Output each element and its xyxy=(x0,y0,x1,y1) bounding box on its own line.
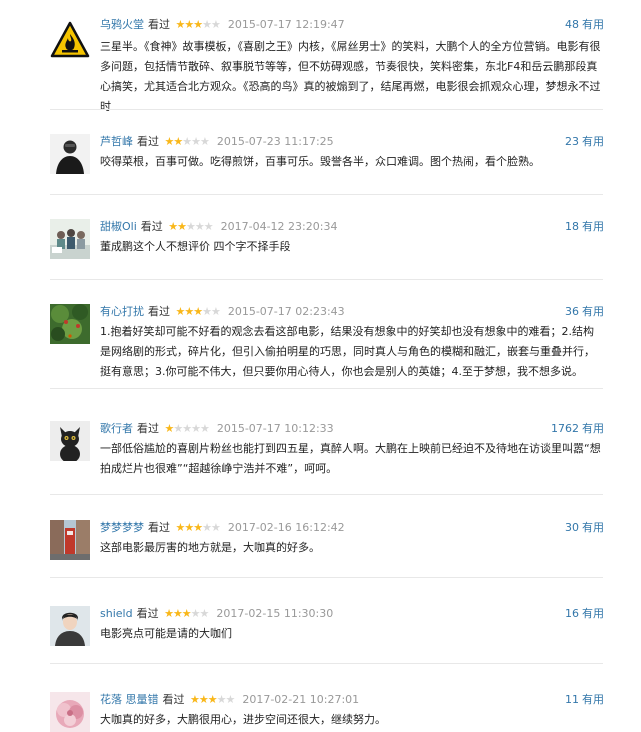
pink-flower xyxy=(50,692,90,732)
useful-button[interactable]: 有用 xyxy=(582,422,604,435)
useful-button[interactable]: 有用 xyxy=(582,220,604,233)
divider xyxy=(50,388,603,389)
rating-stars: ★★★★★ xyxy=(164,422,210,435)
watched-label: 看过 xyxy=(148,18,170,31)
review-author[interactable]: 花落 思量错 xyxy=(100,693,159,706)
review-meta: 花落 思量错 看过 ★★★★★ 2017-02-21 10:27:01 xyxy=(100,692,359,708)
avatar[interactable] xyxy=(50,421,90,461)
watched-label: 看过 xyxy=(148,305,170,318)
review-text: 大咖真的好多，大鹏很用心，进步空间还很大，继续努力。 xyxy=(100,713,386,726)
review-meta: shield 看过 ★★★★★ 2017-02-15 11:30:30 xyxy=(100,606,333,622)
useful-vote: 36 有用 xyxy=(565,304,604,320)
avatar[interactable] xyxy=(50,304,90,344)
avatar[interactable] xyxy=(50,20,90,60)
useful-button[interactable]: 有用 xyxy=(582,135,604,148)
divider xyxy=(50,279,603,280)
review-meta: 乌鸦火堂 看过 ★★★★★ 2015-07-17 12:19:47 xyxy=(100,17,345,33)
review-date: 2015-07-17 02:23:43 xyxy=(227,305,345,318)
group-photo xyxy=(50,219,90,259)
young-man xyxy=(50,606,90,646)
review-author[interactable]: 甜椒Oli xyxy=(100,220,137,233)
review-author[interactable]: 有心打扰 xyxy=(100,305,144,318)
watched-label: 看过 xyxy=(162,693,185,706)
divider xyxy=(50,494,603,495)
rating-stars: ★★★★★ xyxy=(175,18,221,31)
rating-stars: ★★★★★ xyxy=(164,607,209,620)
divider xyxy=(50,109,603,110)
avatar[interactable] xyxy=(50,520,90,560)
useful-count: 36 xyxy=(565,305,579,318)
review-text: 电影亮点可能是请的大咖们 xyxy=(100,627,232,640)
review-date: 2015-07-17 12:19:47 xyxy=(227,18,345,31)
rating-stars: ★★★★★ xyxy=(175,521,221,534)
rating-stars: ★★★★★ xyxy=(190,693,235,706)
review-text: 董成鹏这个人不想评价 四个字不择手段 xyxy=(100,240,291,253)
watched-label: 看过 xyxy=(137,422,159,435)
divider xyxy=(50,663,603,664)
review-meta: 甜椒Oli 看过 ★★★★★ 2017-04-12 23:20:34 xyxy=(100,219,337,235)
divider xyxy=(50,577,603,578)
avatar[interactable] xyxy=(50,606,90,646)
useful-vote: 23 有用 xyxy=(565,134,604,150)
rating-stars: ★★★★★ xyxy=(164,135,210,148)
useful-vote: 11 有用 xyxy=(565,692,604,708)
useful-count: 23 xyxy=(565,135,579,148)
useful-vote: 18 有用 xyxy=(565,219,604,235)
watched-label: 看过 xyxy=(137,135,159,148)
useful-button[interactable]: 有用 xyxy=(582,305,604,318)
review-text: 一部低俗尴尬的喜剧片粉丝也能打到四五星，真醉人啊。大鹏在上映前已经迫不及待地在访… xyxy=(100,442,601,475)
review-author[interactable]: 乌鸦火堂 xyxy=(100,18,144,31)
review-author[interactable]: 芦哲峰 xyxy=(100,135,133,148)
hazard-flame-icon xyxy=(50,20,90,60)
avatar[interactable] xyxy=(50,134,90,174)
useful-vote: 1762 有用 xyxy=(551,421,604,437)
review-meta: 梦梦梦梦 看过 ★★★★★ 2017-02-16 16:12:42 xyxy=(100,520,345,536)
useful-count: 16 xyxy=(565,607,579,620)
useful-vote: 16 有用 xyxy=(565,606,604,622)
review-text: 三星半。《食神》故事模板，《喜剧之王》内核，《屌丝男士》的笑料，大鹏个人的全方位… xyxy=(100,40,601,113)
review-date: 2017-02-15 11:30:30 xyxy=(216,607,334,620)
useful-count: 48 xyxy=(565,18,579,31)
review-meta: 有心打扰 看过 ★★★★★ 2015-07-17 02:23:43 xyxy=(100,304,345,320)
useful-vote: 30 有用 xyxy=(565,520,604,536)
useful-button[interactable]: 有用 xyxy=(582,521,604,534)
avatar[interactable] xyxy=(50,219,90,259)
garden-photo xyxy=(50,304,90,344)
review-author[interactable]: 梦梦梦梦 xyxy=(100,521,144,534)
review-date: 2017-02-21 10:27:01 xyxy=(242,693,360,706)
useful-count: 1762 xyxy=(551,422,579,435)
review-date: 2015-07-23 11:17:25 xyxy=(216,135,334,148)
review-text: 咬得菜根，百事可做。吃得煎饼，百事可乐。毁誉各半，众口难调。图个热闹，看个脸熟。 xyxy=(100,155,540,168)
watched-label: 看过 xyxy=(148,521,170,534)
black-cat xyxy=(50,421,90,461)
useful-button[interactable]: 有用 xyxy=(582,607,604,620)
review-date: 2017-02-16 16:12:42 xyxy=(227,521,345,534)
review-text: 这部电影最厉害的地方就是，大咖真的好多。 xyxy=(100,541,320,554)
street-photo xyxy=(50,520,90,560)
man-portrait xyxy=(50,134,90,174)
rating-stars: ★★★★★ xyxy=(175,305,221,318)
review-meta: 歌行者 看过 ★★★★★ 2015-07-17 10:12:33 xyxy=(100,421,334,437)
review-date: 2017-04-12 23:20:34 xyxy=(220,220,338,233)
review-author[interactable]: 歌行者 xyxy=(100,422,133,435)
divider xyxy=(50,194,603,195)
review-meta: 芦哲峰 看过 ★★★★★ 2015-07-23 11:17:25 xyxy=(100,134,334,150)
useful-button[interactable]: 有用 xyxy=(582,18,604,31)
avatar[interactable] xyxy=(50,692,90,732)
review-text: 1.抱着好笑却可能不好看的观念去看这部电影，结果没有想象中的好笑却也没有想象中的… xyxy=(100,325,595,378)
useful-count: 11 xyxy=(565,693,579,706)
useful-count: 18 xyxy=(565,220,579,233)
useful-button[interactable]: 有用 xyxy=(582,693,604,706)
watched-label: 看过 xyxy=(140,220,163,233)
useful-vote: 48 有用 xyxy=(565,17,604,33)
rating-stars: ★★★★★ xyxy=(168,220,213,233)
watched-label: 看过 xyxy=(136,607,159,620)
useful-count: 30 xyxy=(565,521,579,534)
review-author[interactable]: shield xyxy=(100,607,133,620)
review-date: 2015-07-17 10:12:33 xyxy=(216,422,334,435)
